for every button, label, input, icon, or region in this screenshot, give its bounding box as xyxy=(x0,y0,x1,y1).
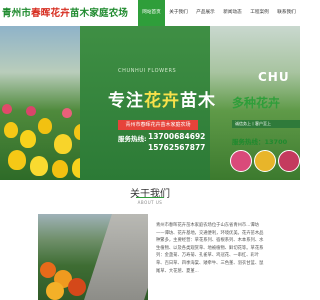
nav-item-home[interactable]: 网站首页 xyxy=(138,0,165,26)
banner-title-highlight: 花卉 xyxy=(144,91,180,111)
nav-item-cases[interactable]: 工程案例 xyxy=(246,0,273,26)
banner-phone-1: 13700684692 xyxy=(148,132,206,141)
about-description: 青州市春晖花卉苗木家庭农场位于山东省青州市...谭坊——谭坊、花卉基地，交通便利… xyxy=(156,223,264,274)
banner-right-thumbnails xyxy=(230,150,300,172)
logo-suffix: 苗木家庭农场 xyxy=(69,8,129,19)
hero-banner[interactable]: CHUNHUI FLOWERS 专注花卉苗木 青州市春晖花卉苗木家庭农场 服务热… xyxy=(0,26,300,180)
road-image xyxy=(84,214,148,300)
banner-title: 专注花卉苗木 xyxy=(108,86,216,111)
nav-item-contact[interactable]: 联系我们 xyxy=(273,0,300,26)
thumbnail-image xyxy=(254,150,276,172)
about-section-subtitle: ABOUT US xyxy=(137,200,163,205)
thumbnail-image xyxy=(230,150,252,172)
flower-cluster xyxy=(68,278,86,296)
flower-cluster xyxy=(46,282,64,300)
banner-right-hotline: 服务热线：13700 xyxy=(232,138,288,146)
banner-right-title: 多种花卉 xyxy=(232,96,281,110)
nav-item-products[interactable]: 产品展示 xyxy=(192,0,219,26)
banner-hotline-label: 服务热线: xyxy=(118,135,147,143)
logo-highlight: 春晖花卉 xyxy=(31,8,70,19)
banner-title-prefix: 专注 xyxy=(108,91,144,111)
banner-title-suffix: 苗木 xyxy=(180,91,216,111)
main-nav: 网站首页 关于我们 产品展示 新闻动态 工程案例 联系我们 xyxy=(138,0,300,26)
banner-right-en: CHU xyxy=(258,70,290,84)
banner-farm-name: 青州市春晖花卉苗木家庭农场 xyxy=(118,120,198,130)
nav-item-about[interactable]: 关于我们 xyxy=(165,0,192,26)
site-logo[interactable]: 青州市春晖花卉苗木家庭农场 xyxy=(2,5,128,19)
logo-prefix: 青州市 xyxy=(2,8,32,19)
nav-item-news[interactable]: 新闻动态 xyxy=(219,0,246,26)
site-header: 青州市春晖花卉苗木家庭农场 网站首页 关于我们 产品展示 新闻动态 工程案例 联… xyxy=(0,0,300,26)
about-photo xyxy=(38,214,148,300)
banner-phone-2: 15762567877 xyxy=(148,143,206,152)
about-title-divider xyxy=(136,197,164,198)
banner-right-slogan: 诚信务上丨客户至上 xyxy=(232,120,300,128)
banner-en-text: CHUNHUI FLOWERS xyxy=(118,68,177,74)
thumbnail-image xyxy=(278,150,300,172)
